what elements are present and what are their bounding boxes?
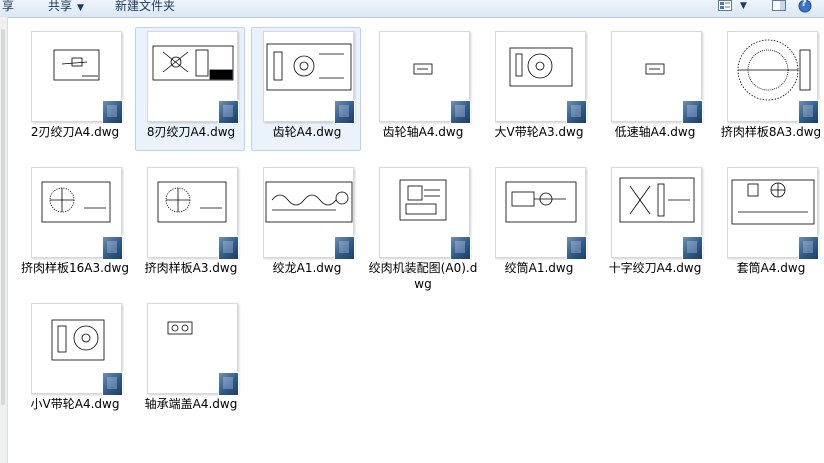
partial-menu-label[interactable]: 享 (2, 0, 14, 16)
dwg-file-icon (218, 100, 239, 124)
file-name: 轴承端盖A4.dwg (144, 397, 238, 411)
file-item[interactable]: 绞肉机装配图(A0).dwg (367, 163, 477, 291)
file-item[interactable]: 十字绞刀A4.dwg (599, 163, 709, 287)
view-chevron-icon[interactable]: ▼ (740, 0, 747, 16)
dwg-file-icon (798, 100, 819, 124)
dwg-file-icon (450, 236, 471, 260)
dwg-file-icon (218, 236, 239, 260)
file-name: 挤肉样板16A3.dwg (21, 261, 129, 275)
dwg-file-icon (102, 100, 123, 124)
new-folder-button[interactable]: 新建文件夹 (115, 0, 175, 16)
file-item[interactable]: 挤肉样板8A3.dwg (715, 27, 824, 151)
explorer-window: 享 共享 ▼ 新建文件夹 ▼ ? 2刃绞刀A4.dwg 8刃绞刀A4.dwg 齿… (0, 0, 824, 463)
dwg-file-icon (682, 236, 703, 260)
file-name: 套筒A4.dwg (736, 261, 806, 275)
file-grid: 2刃绞刀A4.dwg 8刃绞刀A4.dwg 齿轮A4.dwg 齿轮轴A4.dwg 大V带… (7, 17, 824, 463)
file-name: 绞龙A1.dwg (272, 261, 342, 275)
help-glyph: ? (801, 0, 807, 9)
dwg-file-icon (334, 100, 355, 124)
file-name: 2刃绞刀A4.dwg (30, 125, 120, 139)
dwg-file-icon (798, 236, 819, 260)
file-item[interactable]: 挤肉样板16A3.dwg (19, 163, 129, 287)
file-name: 8刃绞刀A4.dwg (146, 125, 236, 139)
help-icon[interactable]: ? (798, 0, 812, 17)
preview-pane-icon[interactable] (772, 0, 786, 15)
dwg-thumbnail (147, 167, 239, 260)
dwg-thumbnail (379, 31, 471, 124)
chevron-down-icon: ▼ (77, 3, 84, 13)
file-item[interactable]: 套筒A4.dwg (715, 163, 824, 287)
dwg-file-icon (218, 372, 239, 396)
file-item[interactable]: 齿轮轴A4.dwg (367, 27, 477, 151)
file-item[interactable]: 绞龙A1.dwg (251, 163, 361, 287)
file-name: 小V带轮A4.dwg (30, 397, 120, 411)
dwg-thumbnail (495, 31, 587, 124)
file-name: 绞肉机装配图(A0).dwg (368, 261, 478, 291)
file-name: 齿轮A4.dwg (272, 125, 342, 139)
dwg-file-icon (334, 236, 355, 260)
dwg-file-icon (566, 236, 587, 260)
dwg-thumbnail (147, 31, 239, 124)
share-menu[interactable]: 共享 ▼ (48, 0, 84, 16)
file-item[interactable]: 齿轮A4.dwg (251, 27, 361, 151)
dwg-thumbnail (263, 31, 355, 124)
view-options-icon[interactable] (718, 0, 732, 15)
dwg-thumbnail (727, 31, 819, 124)
dwg-file-icon (682, 100, 703, 124)
file-name: 绞筒A1.dwg (504, 261, 574, 275)
dwg-thumbnail (31, 31, 123, 124)
file-name: 齿轮轴A4.dwg (382, 125, 464, 139)
dwg-file-icon (450, 100, 471, 124)
file-item[interactable]: 挤肉样板A3.dwg (135, 163, 245, 287)
file-item[interactable]: 小V带轮A4.dwg (19, 299, 129, 423)
file-item[interactable]: 2刃绞刀A4.dwg (19, 27, 129, 151)
file-item[interactable]: 低速轴A4.dwg (599, 27, 709, 151)
dwg-thumbnail (31, 167, 123, 260)
file-name: 挤肉样板A3.dwg (144, 261, 238, 275)
dwg-thumbnail (263, 167, 355, 260)
file-item[interactable]: 大V带轮A3.dwg (483, 27, 593, 151)
file-name: 低速轴A4.dwg (614, 125, 696, 139)
dwg-file-icon (566, 100, 587, 124)
dwg-thumbnail (611, 31, 703, 124)
dwg-thumbnail (379, 167, 471, 260)
share-label: 共享 (48, 0, 73, 13)
file-name: 挤肉样板8A3.dwg (720, 125, 822, 139)
dwg-thumbnail (495, 167, 587, 260)
dwg-thumbnail (147, 303, 239, 396)
file-name: 十字绞刀A4.dwg (608, 261, 702, 275)
file-name: 大V带轮A3.dwg (494, 125, 584, 139)
command-bar: 享 共享 ▼ 新建文件夹 ▼ ? (0, 0, 824, 18)
dwg-file-icon (102, 372, 123, 396)
file-item[interactable]: 绞筒A1.dwg (483, 163, 593, 287)
dwg-thumbnail (611, 167, 703, 260)
dwg-thumbnail (31, 303, 123, 396)
file-item[interactable]: 8刃绞刀A4.dwg (135, 27, 245, 151)
scrollbar-thumb[interactable] (1, 29, 5, 405)
file-item[interactable]: 轴承端盖A4.dwg (135, 299, 245, 423)
dwg-thumbnail (727, 167, 819, 260)
dwg-file-icon (102, 236, 123, 260)
